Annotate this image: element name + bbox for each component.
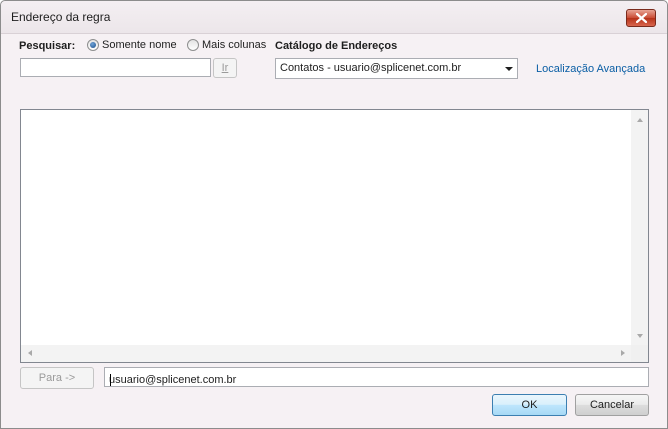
- scroll-right-icon[interactable]: [621, 350, 625, 356]
- scroll-up-icon[interactable]: [637, 118, 643, 122]
- ok-button-label: OK: [521, 399, 538, 411]
- radio-more-columns-indicator[interactable]: [187, 39, 199, 51]
- go-button[interactable]: Ir: [213, 58, 237, 78]
- scroll-left-icon[interactable]: [28, 350, 32, 356]
- radio-name-only-indicator[interactable]: [87, 39, 99, 51]
- window-title: Endereço da regra: [11, 10, 111, 24]
- radio-more-columns-label: Mais colunas: [202, 39, 267, 51]
- close-icon: [636, 13, 647, 23]
- to-field[interactable]: usuario@splicenet.com.br: [104, 367, 649, 387]
- go-button-label: Ir: [221, 62, 229, 74]
- scroll-down-icon[interactable]: [637, 334, 643, 338]
- address-book-label: Catálogo de Endereços: [275, 40, 398, 52]
- ok-button[interactable]: OK: [492, 394, 567, 416]
- cancel-button[interactable]: Cancelar: [575, 394, 649, 416]
- to-field-value: usuario@splicenet.com.br: [109, 374, 237, 386]
- to-button-label: Para ->: [38, 372, 76, 384]
- search-input[interactable]: [20, 58, 211, 77]
- text-caret: [110, 374, 111, 386]
- search-label: Pesquisar:: [19, 40, 76, 52]
- to-button[interactable]: Para ->: [20, 367, 94, 389]
- results-list[interactable]: [20, 109, 649, 363]
- address-book-select[interactable]: Contatos - usuario@splicenet.com.br: [275, 58, 518, 79]
- radio-name-only-label: Somente nome: [102, 39, 177, 51]
- horizontal-scrollbar[interactable]: [21, 345, 631, 362]
- radio-more-columns[interactable]: Mais colunas: [187, 39, 266, 51]
- cancel-button-label: Cancelar: [589, 399, 635, 411]
- vertical-scrollbar[interactable]: [631, 110, 648, 346]
- close-button[interactable]: [626, 9, 656, 27]
- title-bar: Endereço da regra: [1, 1, 667, 34]
- scrollbar-corner: [631, 345, 648, 362]
- chevron-down-icon: [505, 67, 513, 71]
- address-book-selected: Contatos - usuario@splicenet.com.br: [280, 62, 462, 74]
- radio-name-only[interactable]: Somente nome: [87, 39, 177, 51]
- dialog-window: Endereço da regra Pesquisar: Somente nom…: [0, 0, 668, 429]
- advanced-search-link[interactable]: Localização Avançada: [536, 63, 645, 75]
